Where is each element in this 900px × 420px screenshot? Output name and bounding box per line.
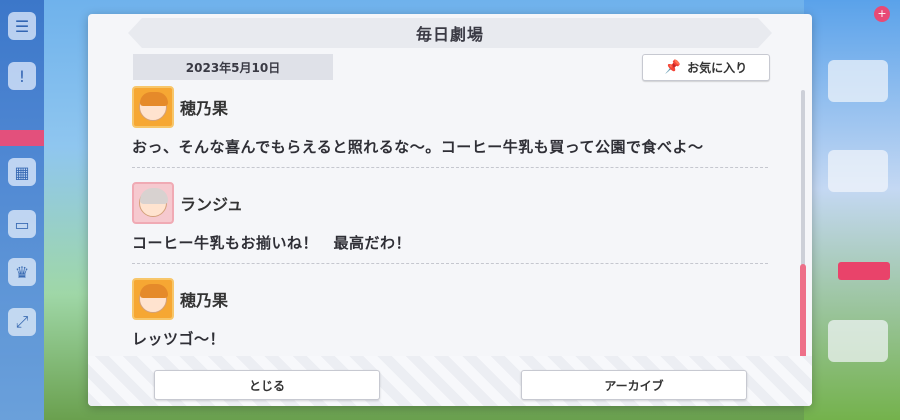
background-tag (838, 262, 890, 280)
background-tile (828, 60, 888, 102)
background-plus-icon: + (874, 6, 890, 22)
background-sidebar: ☰ ! ▦ ▭ ♛ ⤢ (0, 0, 44, 420)
dialog-title: 毎日劇場 (415, 25, 484, 44)
lanzhu-avatar-icon (132, 182, 174, 224)
gift-icon: ▦ (8, 158, 36, 186)
dialogue-entry: 穂乃果 レッツゴ～！ (132, 278, 768, 354)
speaker-name: 穂乃果 (180, 99, 229, 118)
background-tile (828, 150, 888, 192)
favorite-button[interactable]: 📌 お気に入り (642, 54, 770, 81)
dialogue-entry: ランジュ コーヒー牛乳もお揃いね！ 最高だわ！ (132, 182, 768, 264)
dialogue-text: コーヒー牛乳もお揃いね！ 最高だわ！ (132, 224, 768, 264)
daily-theater-dialog: 毎日劇場 2023年5月10日 📌 お気に入り 穂乃果 おっ、そんな喜んでもらえ… (88, 14, 812, 406)
background-badge (0, 130, 44, 146)
scrollbar-thumb[interactable] (800, 264, 806, 362)
favorite-button-label: お気に入り (687, 61, 748, 75)
dialogue-text: おっ、そんな喜んでもらえると照れるな～。コーヒー牛乳も買って公園で食べよ～ (132, 128, 768, 168)
menu-icon: ☰ (8, 12, 36, 40)
screen-icon: ▭ (8, 210, 36, 238)
close-button[interactable]: とじる (154, 370, 380, 400)
trophy-icon: ♛ (8, 258, 36, 286)
speaker-name: ランジュ (180, 195, 243, 214)
honoka-avatar-icon (132, 86, 174, 128)
honoka-avatar-icon (132, 278, 174, 320)
dialogue-entry: 穂乃果 おっ、そんな喜んでもらえると照れるな～。コーヒー牛乳も買って公園で食べよ… (132, 86, 768, 168)
speaker-name: 穂乃果 (180, 291, 229, 310)
background-right-panel: + (804, 0, 900, 420)
pin-icon: 📌 (664, 60, 682, 75)
dialogue-text: レッツゴ～！ (132, 320, 768, 354)
archive-button[interactable]: アーカイブ (521, 370, 747, 400)
dialogue-list[interactable]: 穂乃果 おっ、そんな喜んでもらえると照れるな～。コーヒー牛乳も買って公園で食べよ… (132, 86, 768, 354)
notice-icon: ! (8, 62, 36, 90)
date-label: 2023年5月10日 (133, 54, 333, 80)
dialog-header: 毎日劇場 (128, 18, 772, 48)
expand-icon: ⤢ (8, 308, 36, 336)
background-tile (828, 320, 888, 362)
